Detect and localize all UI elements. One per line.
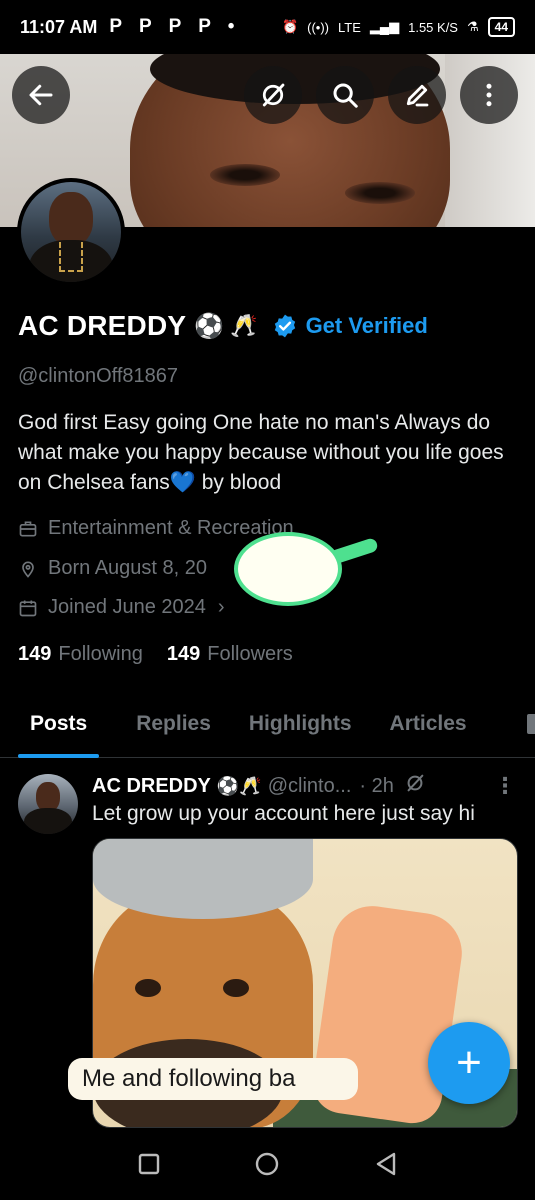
tab-posts[interactable]: Posts xyxy=(0,700,117,758)
notification-icons: P P P P • xyxy=(109,16,241,37)
post-text: Let grow up your account here just say h… xyxy=(92,802,475,825)
calendar-icon xyxy=(19,600,37,616)
home-button[interactable] xyxy=(252,1149,282,1179)
plus-icon: + xyxy=(456,1038,482,1087)
tab-replies[interactable]: Replies xyxy=(117,700,230,757)
born-label: Born August 8, 20 xyxy=(48,557,208,579)
status-time: 11:07 AM xyxy=(20,16,98,37)
search-button[interactable] xyxy=(316,66,374,124)
following-count: 149 xyxy=(18,643,52,665)
triangle-back-icon xyxy=(376,1152,396,1176)
recents-button[interactable] xyxy=(134,1149,164,1179)
clinking-glasses-emoji: 🥂 xyxy=(230,313,258,338)
status-bar: 11:07 AM P P P P • ⏰ ((•)) LTE ▂▄▆ 1.55 … xyxy=(0,0,535,54)
chevron-right-icon: › xyxy=(217,596,225,618)
briefcase-icon xyxy=(19,521,37,536)
post-timestamp[interactable]: · 2h xyxy=(359,775,393,798)
status-right: ⏰ ((•)) LTE ▂▄▆ 1.55 K/S ⚗ 44 xyxy=(282,17,515,37)
tab-overflow-indicator xyxy=(527,714,535,734)
speed-label: 1.55 K/S xyxy=(408,19,458,35)
more-vertical-icon xyxy=(486,83,492,107)
following-link[interactable]: 149 Following xyxy=(18,643,143,666)
system-nav-bar xyxy=(0,1128,535,1200)
arrow-left-icon xyxy=(29,84,53,106)
square-icon xyxy=(138,1153,160,1175)
tab-highlights[interactable]: Highlights xyxy=(230,700,371,757)
profile-joined[interactable]: Joined June 2024 › xyxy=(18,596,225,619)
media-caption: Me and following ba xyxy=(68,1058,358,1100)
signal-icon: ▂▄▆ xyxy=(369,19,400,34)
alarm-icon: ⏰ xyxy=(281,19,299,34)
tab-articles[interactable]: Articles xyxy=(371,700,486,757)
joined-label: Joined June 2024 xyxy=(48,596,206,618)
profile-category: Entertainment & Recreation xyxy=(18,517,294,540)
post-more-icon[interactable]: ⋮ xyxy=(494,773,516,799)
post-author-name[interactable]: AC DREDDY xyxy=(92,775,211,798)
grok-button[interactable] xyxy=(244,66,302,124)
more-options-button[interactable] xyxy=(460,66,518,124)
get-verified-label: Get Verified xyxy=(305,313,428,338)
post-header: AC DREDDY ⚽🥂 @clinto... · 2h ⋮ xyxy=(92,772,522,800)
soccer-ball-emoji: ⚽ xyxy=(194,312,225,340)
followers-link[interactable]: 149 Followers xyxy=(167,643,293,666)
grok-icon[interactable] xyxy=(404,772,426,800)
profile-birthdate: Born August 8, 20 xyxy=(18,557,207,580)
post-author-handle[interactable]: @clinto... xyxy=(268,775,352,798)
hotspot-icon: ((•)) xyxy=(307,19,329,35)
name-row: AC DREDDY ⚽ 🥂 Get Verified xyxy=(18,310,428,342)
profile-avatar[interactable] xyxy=(17,178,125,286)
post-author-avatar[interactable] xyxy=(18,774,78,834)
profile-bio: God first Easy going One hate no man's A… xyxy=(18,411,504,494)
compose-fab-button[interactable]: + xyxy=(428,1022,510,1104)
get-verified-button[interactable]: Get Verified xyxy=(272,313,428,339)
followers-count: 149 xyxy=(166,643,201,665)
flask-icon: ⚗ xyxy=(466,19,479,34)
battery-badge: 44 xyxy=(487,17,515,37)
followers-label: Followers xyxy=(207,643,293,665)
category-label: Entertainment & Recreation xyxy=(48,517,294,539)
redaction-bubble xyxy=(234,532,342,606)
edit-button[interactable] xyxy=(388,66,446,124)
profile-handle: @clintonOff81867 xyxy=(18,365,179,387)
display-name: AC DREDDY xyxy=(18,310,187,341)
edit-icon xyxy=(406,84,429,107)
post-author-emoji: ⚽🥂 xyxy=(216,775,262,796)
circle-icon xyxy=(256,1152,279,1176)
back-nav-button[interactable] xyxy=(371,1149,401,1179)
follow-stats: 149 Following 149 Followers xyxy=(18,643,317,666)
back-button[interactable] xyxy=(12,66,70,124)
profile-tabs: Posts Replies Highlights Articles xyxy=(0,700,535,758)
network-label: LTE xyxy=(338,19,361,35)
grok-icon xyxy=(262,83,285,107)
location-pin-icon xyxy=(22,561,34,578)
following-label: Following xyxy=(58,643,143,665)
search-icon xyxy=(333,83,358,108)
verified-badge-icon xyxy=(274,314,295,338)
